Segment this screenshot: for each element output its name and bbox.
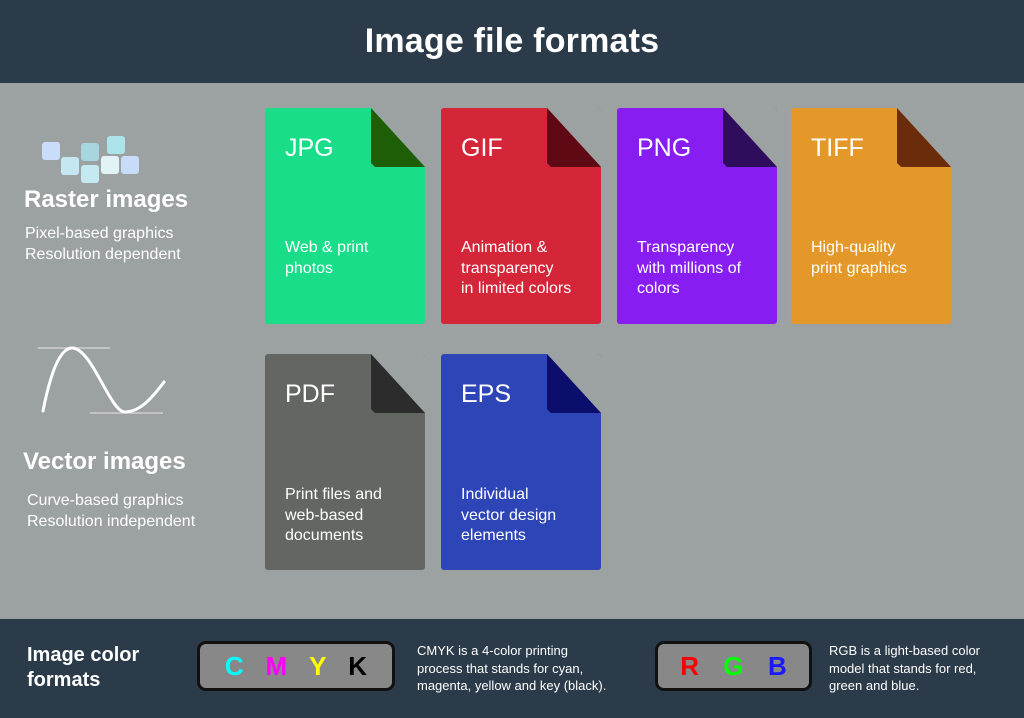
- file-card-gif: GIF Animation & transparency in limited col…: [441, 108, 601, 324]
- rgb-desc-line: RGB is a light-based color: [829, 643, 981, 658]
- file-format-label: PNG: [637, 134, 692, 162]
- file-card-png: PNG Transparency with millions of colors: [617, 108, 777, 324]
- bezier-curve-icon: [38, 346, 166, 414]
- rgb-letter-b: B: [767, 650, 787, 681]
- raster-desc-line: Resolution dependent: [25, 246, 181, 263]
- description-line: Print files and: [285, 486, 382, 503]
- description-line: Transparency: [637, 239, 735, 256]
- description-line: web-based: [285, 506, 364, 524]
- cmyk-letter-y: Y: [309, 650, 327, 681]
- vector-desc-line: Curve-based graphics: [27, 492, 184, 509]
- raster-title: Raster images: [24, 186, 189, 213]
- rgb-letter-r: R: [680, 650, 699, 681]
- rgb-letter-g: G: [723, 650, 744, 681]
- file-format-label: PDF: [285, 380, 335, 408]
- file-format-description: Print files and web-based documents: [285, 485, 420, 547]
- file-format-label: JPG: [285, 134, 334, 162]
- description-line: documents: [285, 527, 364, 544]
- cmyk-letter-m: M: [265, 650, 288, 681]
- file-format-description: Individual vector design elements: [461, 485, 596, 547]
- raster-description: Pixel-based graphics Resolution dependen…: [25, 223, 181, 265]
- color-formats-title: Image color formats: [27, 643, 139, 693]
- file-format-description: Transparency with millions of colors: [637, 238, 772, 300]
- cmyk-letter-c: C: [224, 650, 244, 681]
- color-formats-title-line: formats: [27, 669, 101, 691]
- description-line: colors: [637, 280, 680, 297]
- description-line: vector design: [461, 506, 557, 524]
- rgb-desc-line: model that stands for red,: [829, 660, 977, 676]
- cmyk-desc-line: magenta, yellow and key (black).: [417, 678, 607, 693]
- header: Image file formats: [0, 0, 1024, 83]
- file-format-label: TIFF: [811, 134, 864, 162]
- description-line: elements: [461, 527, 526, 544]
- pixel-square: [81, 165, 99, 183]
- vector-desc-line: Resolution independent: [27, 513, 196, 530]
- description-line: Individual: [461, 486, 529, 503]
- description-line: print graphics: [811, 259, 908, 277]
- description-line: Web & print: [285, 239, 369, 256]
- file-format-description: Web & print photos: [285, 238, 420, 279]
- pixel-square: [121, 156, 139, 174]
- pixel-square: [42, 142, 60, 160]
- raster-desc-line: Pixel-based graphics: [25, 225, 174, 242]
- file-format-label: EPS: [461, 380, 512, 408]
- pixel-square: [81, 143, 99, 161]
- description-line: transparency: [461, 259, 554, 277]
- pixel-square: [107, 136, 125, 154]
- description-line: photos: [285, 259, 334, 277]
- file-format-description: High-quality print graphics: [811, 238, 946, 279]
- cmyk-desc-line: CMYK is a 4-color printing: [417, 643, 568, 658]
- cmyk-desc-line: process that stands for cyan,: [417, 660, 584, 676]
- vector-description: Curve-based graphics Resolution independ…: [27, 490, 195, 532]
- description-line: in limited colors: [461, 280, 572, 297]
- page-title: Image file formats: [364, 22, 660, 60]
- file-format-description: Animation & transparency in limited colors: [461, 238, 596, 300]
- description-line: High-quality: [811, 239, 896, 256]
- pixel-square: [101, 156, 119, 174]
- description-line: Animation &: [461, 239, 548, 256]
- file-card-tiff: TIFF High-quality print graphics: [791, 108, 951, 324]
- cmyk-badge: C M Y K: [197, 641, 395, 691]
- pixel-square: [61, 157, 79, 175]
- rgb-description: RGB is a light-based color model that st…: [829, 642, 980, 695]
- cmyk-description: CMYK is a 4-color printing process that …: [417, 642, 606, 695]
- cmyk-letter-k: K: [348, 650, 368, 681]
- description-line: with millions of: [637, 259, 742, 277]
- color-formats-title-line: Image color: [27, 644, 140, 666]
- file-format-label: GIF: [461, 134, 503, 162]
- file-card-eps: EPS Individual vector design elements: [441, 354, 601, 570]
- file-card-jpg: JPG Web & print photos: [265, 108, 425, 324]
- rgb-badge: R G B: [655, 641, 812, 691]
- vector-title: Vector images: [23, 448, 186, 475]
- file-card-pdf: PDF Print files and web-based documents: [265, 354, 425, 570]
- rgb-desc-line: green and blue.: [829, 678, 920, 693]
